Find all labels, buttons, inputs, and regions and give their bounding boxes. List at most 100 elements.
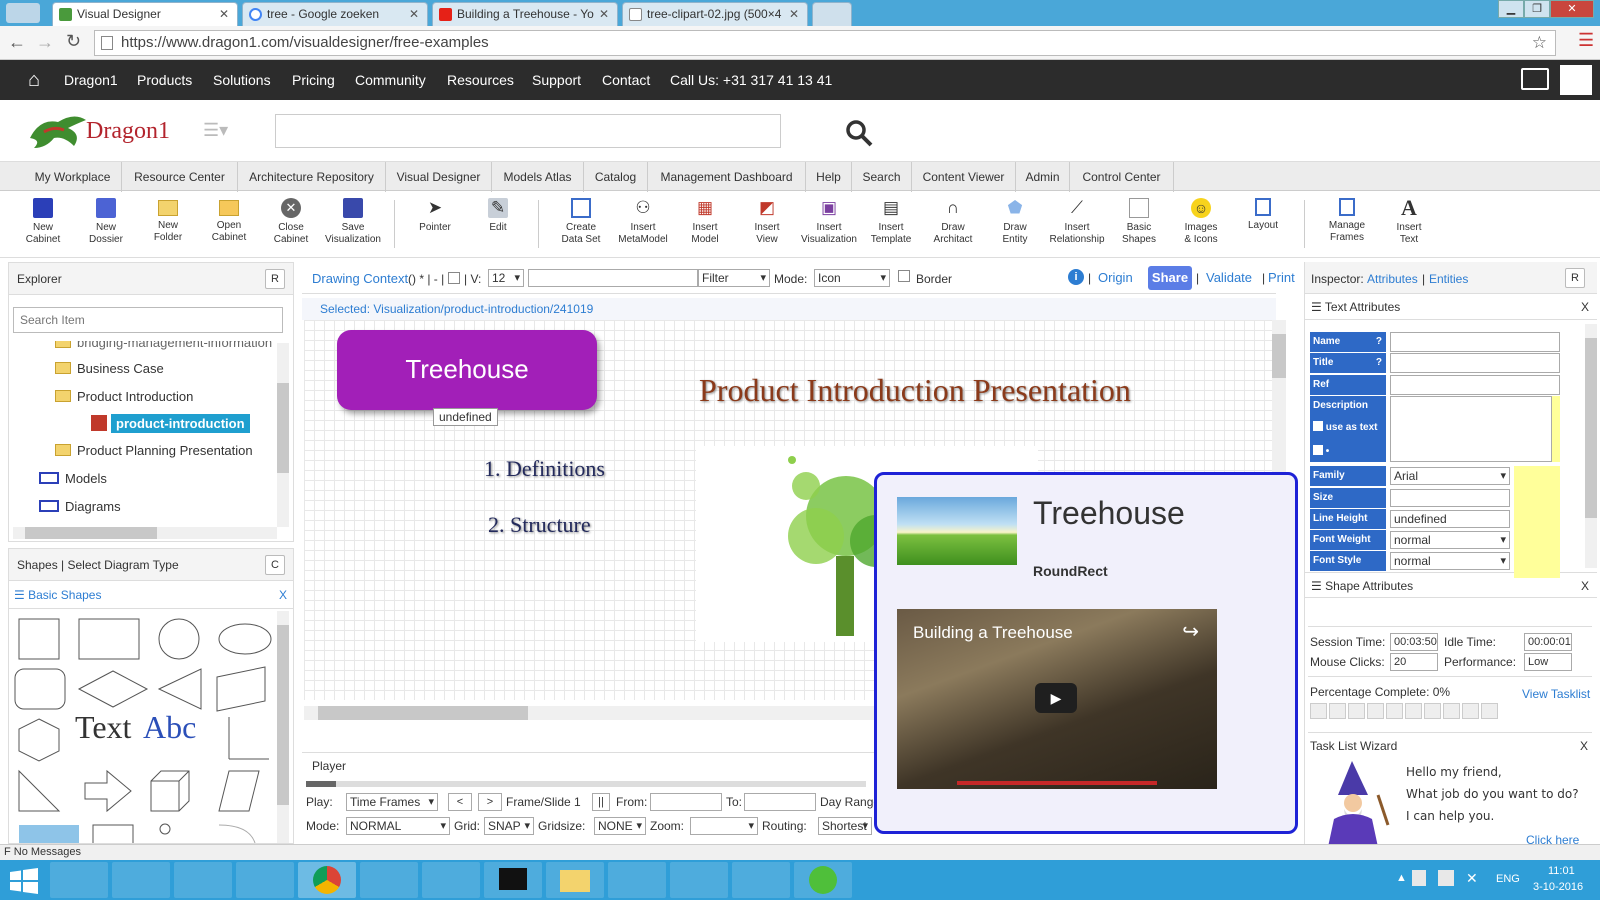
browser-menu-icon[interactable] (6, 3, 40, 23)
tab-visual-designer[interactable]: Visual Designer ✕ (52, 2, 238, 26)
explorer-search-input[interactable] (13, 307, 283, 333)
v-select[interactable]: 12 (488, 269, 524, 287)
scroll-thumb[interactable] (1272, 334, 1286, 378)
back-icon[interactable]: ← (8, 32, 26, 53)
tree-item-diagrams[interactable]: Diagrams (39, 499, 121, 514)
nav-dragon1[interactable]: Dragon1 (64, 60, 118, 100)
context-checkbox[interactable] (448, 272, 460, 284)
gridsize-select[interactable]: NONE (594, 817, 646, 835)
fullscreen-button[interactable] (1560, 65, 1592, 95)
use-as-text-checkbox[interactable] (1313, 421, 1323, 431)
paint-icon[interactable] (608, 862, 666, 898)
home-icon[interactable]: ⌂ (28, 60, 40, 100)
slide-item-structure[interactable]: 2. Structure (488, 512, 591, 538)
help-icon[interactable]: ? (1376, 353, 1382, 373)
new-folder-button[interactable]: New Folder (137, 198, 199, 244)
play-select[interactable]: Time Frames (346, 793, 438, 811)
insert-metamodel-button[interactable]: ⚇ Insert MetaModel (612, 198, 674, 246)
tab-content-viewer[interactable]: Content Viewer (912, 162, 1016, 192)
scroll-thumb[interactable] (277, 625, 289, 805)
url-input[interactable]: https://www.dragon1.com/visualdesigner/f… (94, 30, 1556, 56)
click-here-link[interactable]: Click here (1526, 833, 1579, 844)
folder-icon[interactable] (546, 862, 604, 898)
validate-link[interactable]: Validate (1206, 270, 1252, 285)
tab-resource-center[interactable]: Resource Center (122, 162, 238, 192)
insert-text-button[interactable]: A Insert Text (1378, 197, 1440, 246)
insert-visualization-button[interactable]: ▣ Insert Visualization (798, 198, 860, 246)
shapes-vscrollbar[interactable] (277, 611, 289, 843)
next-frame-button[interactable]: > (478, 793, 502, 811)
clock-time[interactable]: 11:01 (1548, 865, 1575, 877)
tab-visual-designer[interactable]: Visual Designer (386, 162, 492, 192)
menu-icon[interactable]: ☰ (1578, 30, 1594, 51)
forward-icon[interactable]: → (36, 32, 54, 53)
shapes-title[interactable]: Shapes | Select Diagram Type (17, 558, 179, 572)
tray-chevron-icon[interactable]: ▲ (1396, 872, 1407, 884)
language-indicator[interactable]: ENG (1496, 873, 1520, 885)
font-weight-select[interactable]: normal (1390, 531, 1510, 549)
tab-management-dashboard[interactable]: Management Dashboard (648, 162, 806, 192)
text-attributes-header[interactable]: ☰ Text Attributes X (1305, 294, 1597, 320)
star-icon[interactable]: ☆ (1532, 31, 1547, 55)
explorer-hscrollbar[interactable] (13, 527, 277, 539)
video-player[interactable]: Building a Treehouse ↪ ▶ (897, 609, 1217, 789)
new-tab-button[interactable] (812, 2, 852, 26)
origin-link[interactable]: Origin (1098, 270, 1133, 285)
basic-shapes-header[interactable]: ☰ Basic Shapes X (9, 581, 293, 609)
inspector-reset-button[interactable]: R (1565, 268, 1585, 288)
print-link[interactable]: Print (1268, 270, 1295, 285)
notepad-icon[interactable] (360, 862, 418, 898)
resource-monitor-icon[interactable] (236, 862, 294, 898)
attributes-link[interactable]: Attributes (1367, 272, 1418, 286)
tab-help[interactable]: Help (806, 162, 852, 192)
tray-volume-icon[interactable]: ✕ (1466, 870, 1478, 887)
entities-link[interactable]: Entities (1429, 272, 1468, 286)
scroll-thumb[interactable] (277, 383, 289, 473)
nav-products[interactable]: Products (137, 60, 192, 100)
explorer-vscrollbar[interactable] (277, 343, 289, 527)
slide-item-definitions[interactable]: 1. Definitions (484, 456, 605, 482)
window-close-icon[interactable]: ✕ (1550, 0, 1594, 18)
tab-my-workplace[interactable]: My Workplace (24, 162, 122, 192)
gimp-icon[interactable] (670, 862, 728, 898)
open-cabinet-button[interactable]: Open Cabinet (198, 198, 260, 244)
family-select[interactable]: Arial (1390, 467, 1510, 485)
tree-item[interactable]: bridging-management-information (55, 341, 272, 350)
close-cabinet-button[interactable]: ✕ Close Cabinet (260, 198, 322, 246)
nav-contact[interactable]: Contact (602, 60, 650, 100)
line-height-input[interactable]: undefined (1390, 510, 1510, 528)
context-text-input[interactable] (528, 269, 698, 287)
tree-item-product-introduction[interactable]: Product Introduction (55, 389, 193, 404)
border-checkbox[interactable] (898, 270, 910, 282)
close-icon[interactable]: ✕ (789, 3, 799, 25)
nav-support[interactable]: Support (532, 60, 581, 100)
close-icon[interactable]: X (279, 581, 287, 609)
tab-youtube[interactable]: Building a Treehouse - Yo ✕ (432, 2, 618, 26)
new-dossier-button[interactable]: New Dossier (75, 198, 137, 246)
edit-button[interactable]: ✎ Edit (467, 198, 529, 234)
tab-models-atlas[interactable]: Models Atlas (492, 162, 584, 192)
bullet-checkbox[interactable] (1313, 445, 1323, 455)
title-input[interactable] (1390, 353, 1560, 373)
tray-network-icon[interactable] (1438, 870, 1454, 886)
prev-frame-button[interactable]: < (448, 793, 472, 811)
create-data-set-button[interactable]: Create Data Set (550, 198, 612, 246)
treehouse-roundrect-shape[interactable]: Treehouse (337, 330, 597, 410)
scroll-thumb[interactable] (1585, 338, 1597, 518)
scroll-thumb[interactable] (25, 527, 157, 539)
monitor-icon[interactable] (1521, 68, 1549, 90)
share-icon[interactable]: ↪ (1182, 619, 1199, 644)
help-icon[interactable]: ? (1376, 332, 1382, 352)
font-style-select[interactable]: normal (1390, 552, 1510, 570)
nav-call-us[interactable]: Call Us: +31 317 41 13 41 (670, 60, 832, 100)
new-cabinet-button[interactable]: New Cabinet (12, 198, 74, 246)
explorer-reset-button[interactable]: R (265, 269, 285, 289)
tree-item-business-case[interactable]: Business Case (55, 361, 164, 376)
ref-input[interactable] (1390, 375, 1560, 395)
tab-control-center[interactable]: Control Center (1070, 162, 1174, 192)
pause-button[interactable]: || (592, 793, 610, 811)
routing-select[interactable]: Shortest Path (818, 817, 872, 835)
insert-template-button[interactable]: ▤ Insert Template (860, 198, 922, 246)
close-icon[interactable]: ✕ (219, 3, 229, 25)
insert-model-button[interactable]: ▦ Insert Model (674, 198, 736, 246)
